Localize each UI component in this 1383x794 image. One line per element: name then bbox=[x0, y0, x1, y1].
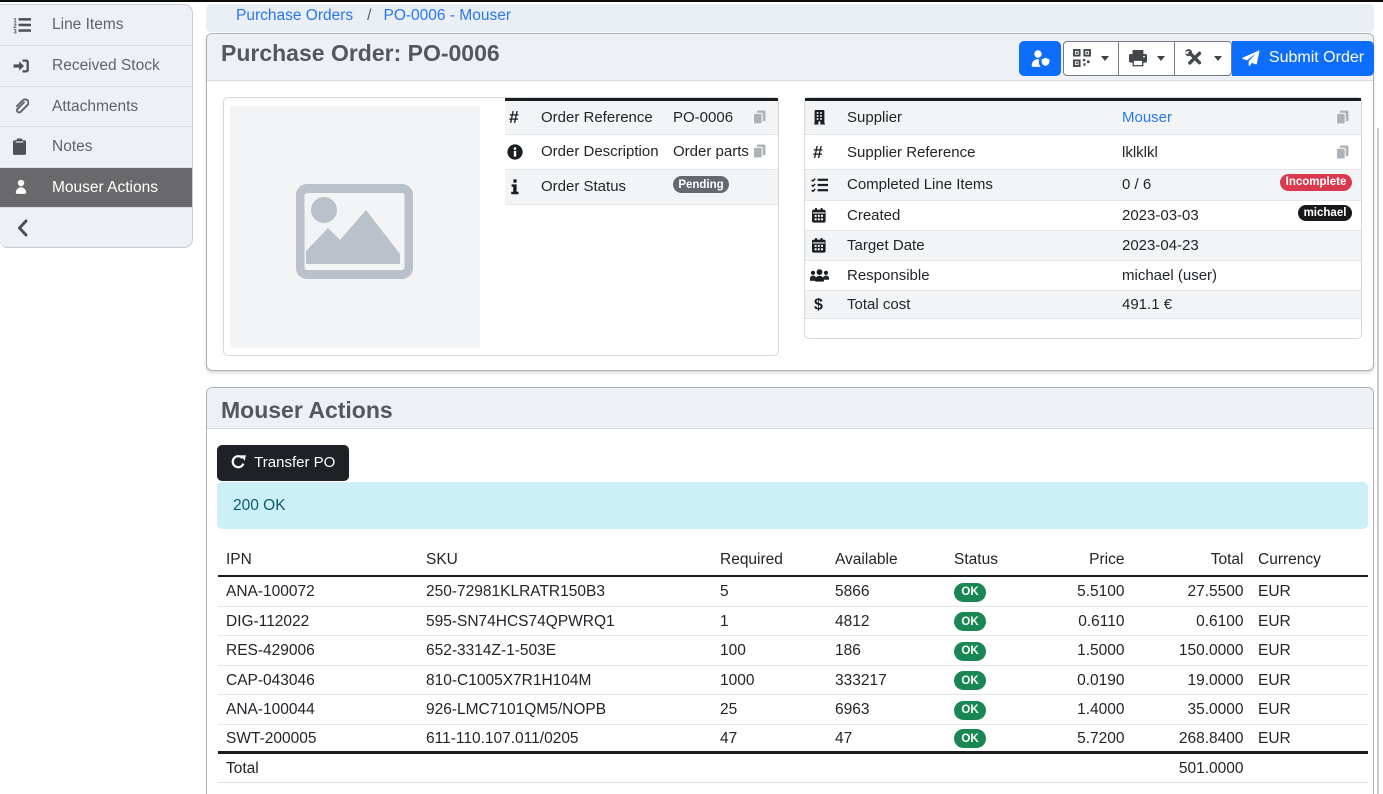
svg-text:#: # bbox=[509, 109, 519, 125]
svg-text:3: 3 bbox=[13, 30, 17, 34]
svg-text:$: $ bbox=[814, 297, 823, 313]
svg-text:#: # bbox=[813, 144, 823, 160]
